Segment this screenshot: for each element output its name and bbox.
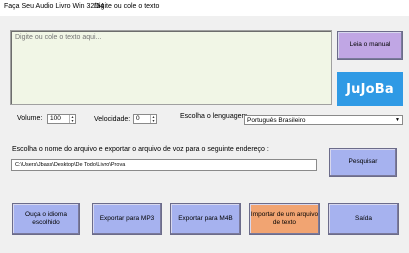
export-path-label: Escolha o nome do arquivo e exportar o a… bbox=[12, 146, 269, 153]
title-bar: Faça Seu Audio Livro Win 32/64 Digite ou… bbox=[0, 0, 409, 16]
volume-label: Volume: bbox=[17, 115, 43, 122]
speed-label: Velocidade: bbox=[94, 116, 131, 123]
jujoba-logo: JuJoBa bbox=[337, 72, 403, 106]
volume-stepper[interactable]: 100 ▲ ▼ bbox=[47, 114, 76, 124]
window-title: Faça Seu Audio Livro Win 32/64 bbox=[4, 3, 105, 10]
language-select[interactable]: Português Brasileiro ▼ bbox=[244, 115, 403, 125]
export-path-field[interactable]: C:\Users\Jbass\Desktop\De Todo\Livro\Pro… bbox=[11, 159, 317, 171]
import-text-file-button[interactable]: Importar de um arquivo de texto bbox=[249, 203, 320, 235]
speed-stepper-arrows[interactable]: ▲ ▼ bbox=[150, 115, 156, 123]
window-subtitle: Digite ou cole o texto bbox=[94, 3, 160, 10]
volume-stepper-arrows[interactable]: ▲ ▼ bbox=[69, 115, 75, 123]
exit-button[interactable]: Saída bbox=[328, 203, 399, 235]
export-mp3-button[interactable]: Exportar para MP3 bbox=[92, 203, 162, 235]
volume-value: 100 bbox=[50, 115, 61, 122]
stepper-down-icon[interactable]: ▼ bbox=[70, 119, 75, 123]
language-label: Escolha o lenguagem bbox=[180, 113, 248, 120]
stepper-down-icon[interactable]: ▼ bbox=[151, 119, 156, 123]
text-input-area[interactable] bbox=[10, 30, 332, 105]
logo-text: JuJoBa bbox=[346, 81, 394, 97]
export-m4b-button[interactable]: Exportar para M4B bbox=[170, 203, 241, 235]
search-button[interactable]: Pesquisar bbox=[329, 148, 397, 177]
language-value: Português Brasileiro bbox=[247, 116, 306, 124]
speed-stepper[interactable]: 0 ▲ ▼ bbox=[133, 114, 157, 124]
listen-language-button[interactable]: Ouça o idioma escolhido bbox=[12, 203, 80, 235]
speed-value: 0 bbox=[136, 115, 140, 122]
chevron-down-icon[interactable]: ▼ bbox=[393, 116, 402, 124]
read-manual-button[interactable]: Leia o manual bbox=[337, 31, 403, 60]
